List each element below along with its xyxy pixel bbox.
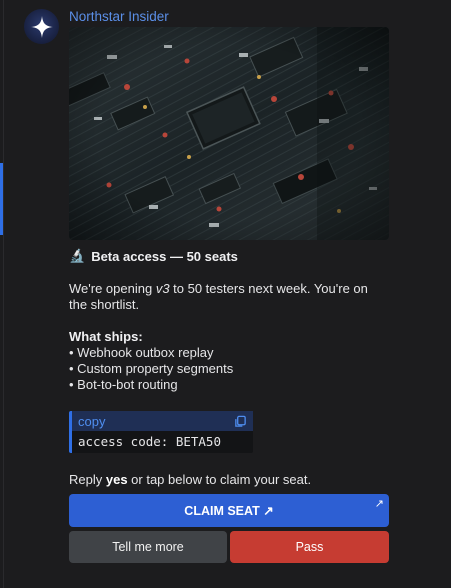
external-link-icon: ↗ [374,498,384,510]
ships-heading: What ships: [69,329,143,344]
tell-me-more-button[interactable]: Tell me more [69,531,227,563]
code-content[interactable]: access code: BETA50 [72,431,253,452]
bot-message: Northstar Insider 🔬 Beta access — 50 sea… [0,0,451,588]
message-title: 🔬 Beta access — 50 seats [69,248,238,264]
reply-instructions: Reply yes or tap below to claim your sea… [69,472,311,487]
reply-after: or tap below to claim your seat. [127,472,312,487]
code-language-label: copy [78,413,106,429]
list-item: Webhook outbox replay [69,345,233,361]
message-intro: We're opening v3 to 50 testers next week… [69,281,389,313]
microscope-icon: 🔬 [69,248,86,263]
message-title-text: Beta access — 50 seats [91,248,238,264]
code-block: copy access code: BETA50 [69,411,253,453]
sender-name[interactable]: Northstar Insider [69,9,169,24]
avatar[interactable] [24,9,59,44]
circuit-board-image [69,27,389,240]
copy-icon[interactable] [234,415,247,428]
intro-version: v3 [155,281,170,296]
intro-before: We're opening [69,281,156,296]
ships-list: Webhook outbox replay Custom property se… [69,345,233,393]
hero-image[interactable] [69,27,389,240]
claim-seat-button[interactable]: CLAIM SEAT ↗ ↗ [69,494,389,527]
list-item: Custom property segments [69,361,233,377]
reply-keyword: yes [105,472,128,487]
pass-button[interactable]: Pass [230,531,389,563]
list-item: Bot-to-bot routing [69,377,233,393]
reply-before: Reply [69,472,106,487]
sparkle-star-icon [30,15,53,38]
code-block-header: copy [72,411,253,431]
claim-seat-label: CLAIM SEAT ↗ [184,504,274,518]
